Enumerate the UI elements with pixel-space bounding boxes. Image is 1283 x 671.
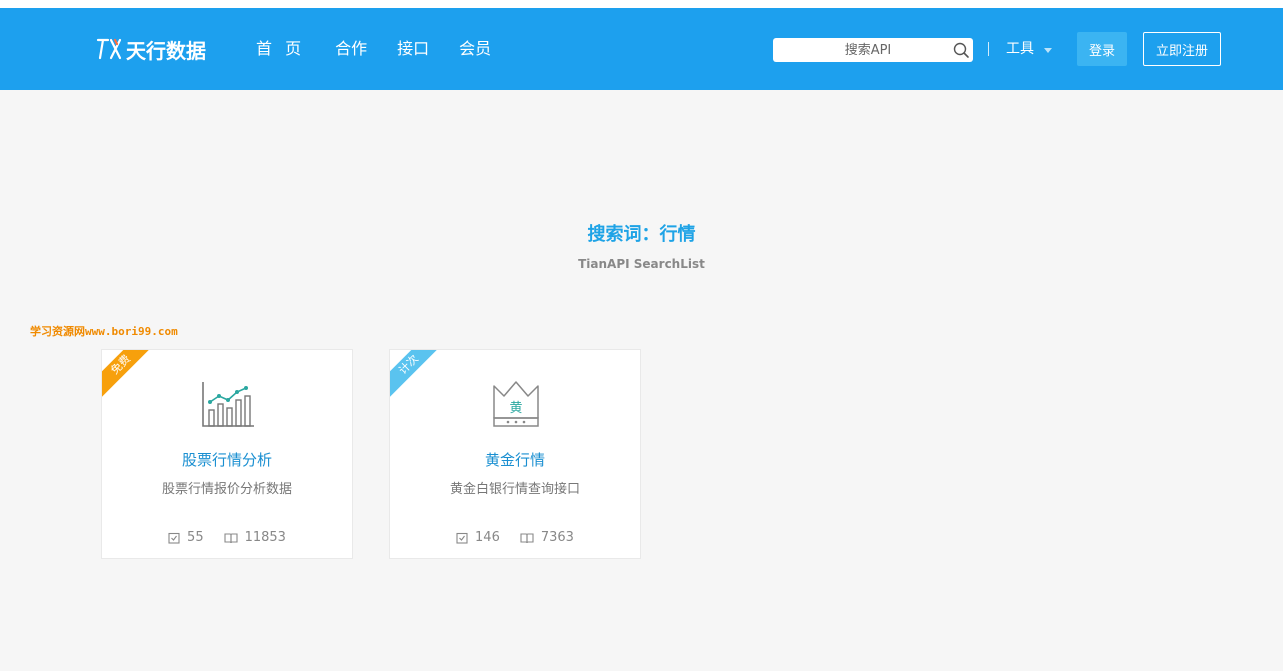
card-stats: 55 11853 [102,530,352,545]
api-card[interactable]: 免费 股票行情分析 股票行情报价分析数据 55 11853 [101,349,353,559]
free-badge: 免费 [102,350,160,404]
nav-cooperation[interactable]: 合作 [335,36,367,62]
check-count: 55 [187,530,204,545]
search-subtitle: TianAPI SearchList [578,257,705,271]
checkbox-icon [168,532,180,544]
register-button[interactable]: 立即注册 [1143,32,1221,66]
book-icon [520,532,534,543]
read-count: 7363 [540,530,574,545]
nav-api[interactable]: 接口 [397,36,429,62]
search-box [773,38,973,62]
tx-logo-icon [96,38,122,60]
book-icon [224,532,238,543]
search-icon[interactable] [952,41,970,59]
login-button[interactable]: 登录 [1077,32,1127,66]
card-title[interactable]: 黄金行情 [390,449,640,470]
api-card[interactable]: 计次 黄 黄金行情 黄金白银行情查询接口 146 7363 [389,349,641,559]
stock-chart-icon [202,382,254,427]
tools-dropdown[interactable]: 工具 [1006,38,1052,60]
site-logo[interactable]: 天行数据 [96,36,206,63]
header-divider [988,42,989,56]
site-header: 天行数据 首 页 合作 接口 会员 工具 登录 立即注册 [0,8,1283,90]
browser-top-strip [0,0,1283,8]
check-stat: 146 [456,530,500,545]
count-badge: 计次 [390,350,448,404]
card-description: 黄金白银行情查询接口 [449,482,580,497]
check-stat: 55 [168,530,204,545]
read-stat: 7363 [520,530,574,545]
gold-crown-icon: 黄 [493,381,539,427]
card-description: 股票行情报价分析数据 [161,482,292,497]
crown-glyph: 黄 [509,401,522,416]
nav-home[interactable]: 首 页 [256,36,305,62]
main-nav: 首 页 合作 接口 会员 [256,36,521,62]
search-input[interactable] [773,39,943,61]
tools-label: 工具 [1006,41,1034,57]
watermark-text: 学习资源网www.bori99.com [30,325,178,338]
search-title: 搜索词：行情 [587,224,696,245]
read-stat: 11853 [224,530,286,545]
logo-text: 天行数据 [126,38,206,63]
card-stats: 146 7363 [390,530,640,545]
nav-member[interactable]: 会员 [459,36,491,62]
check-count: 146 [475,530,500,545]
caret-down-icon [1044,47,1052,53]
card-title[interactable]: 股票行情分析 [102,449,352,470]
checkbox-icon [456,532,468,544]
read-count: 11853 [244,530,286,545]
